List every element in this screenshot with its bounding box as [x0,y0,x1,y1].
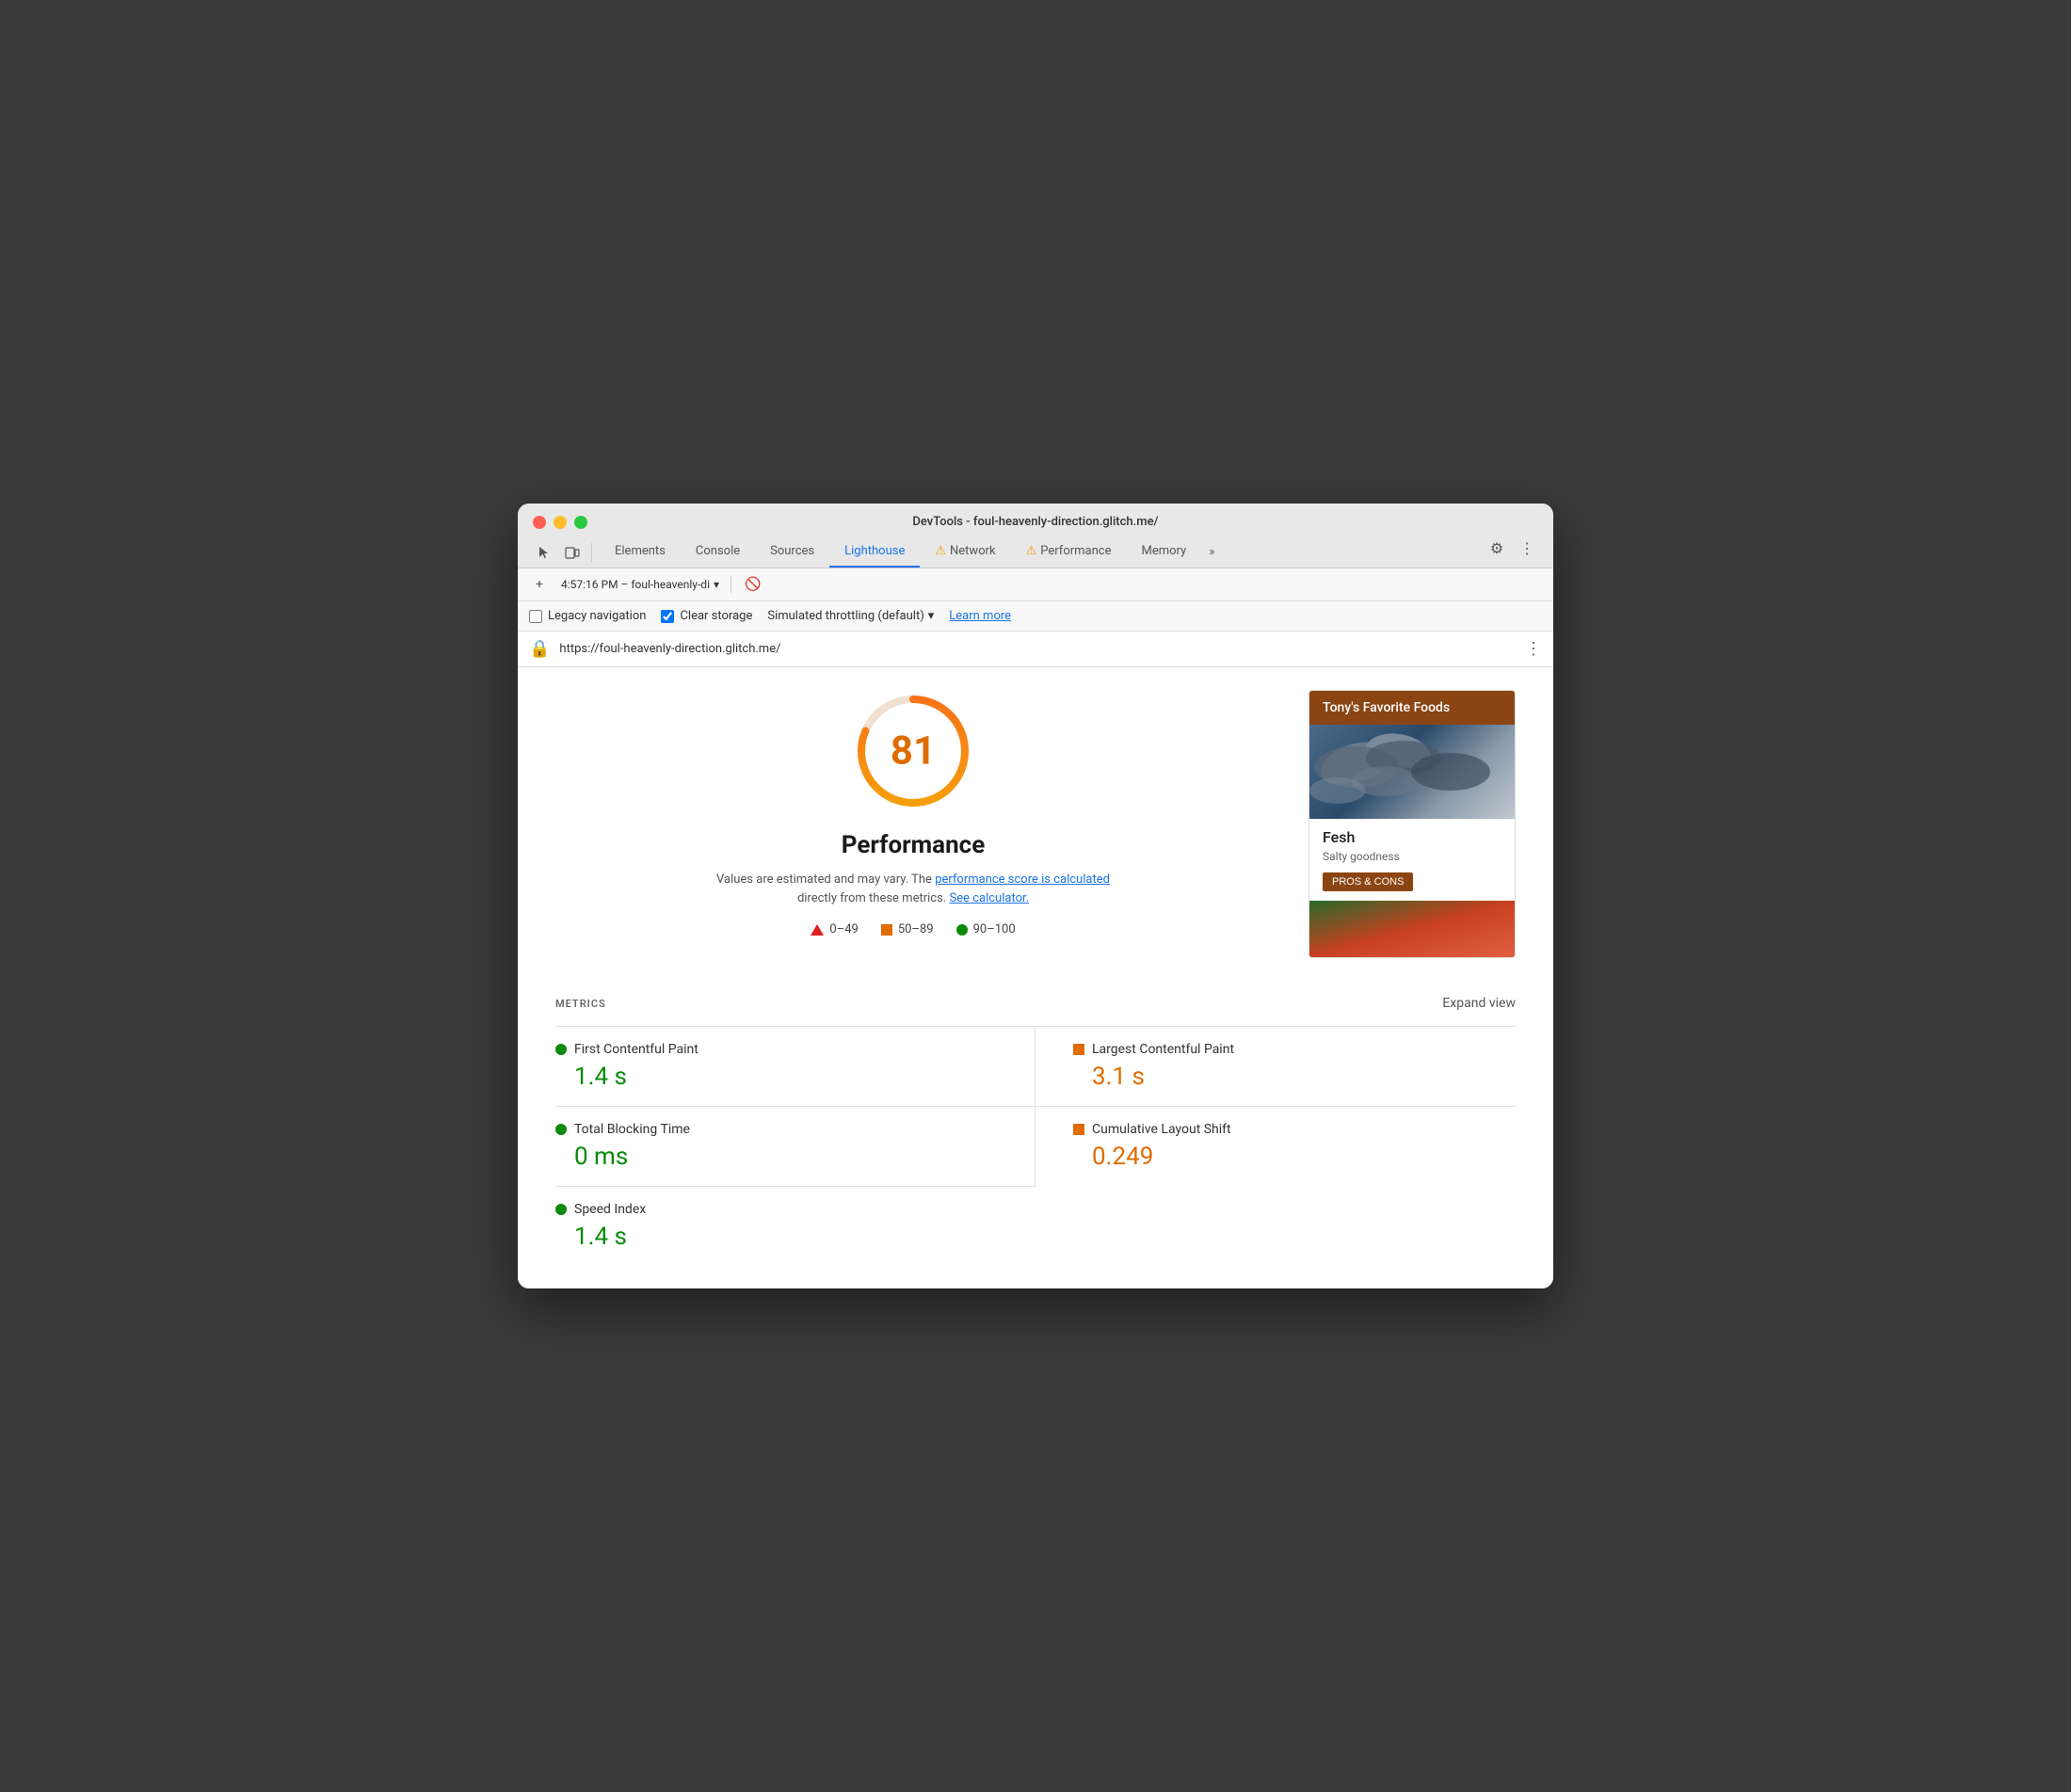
tab-more[interactable]: » [1201,537,1222,567]
metrics-section: METRICS Expand view First Contentful Pai… [555,996,1516,1266]
toolbar: + 4:57:16 PM – foul-heavenly-di ▾ 🚫 [518,568,1553,601]
score-title: Performance [555,831,1271,859]
window-title: DevTools - foul-heavenly-direction.glitc… [912,515,1158,529]
cls-label: Cumulative Layout Shift [1092,1122,1231,1137]
expand-view-button[interactable]: Expand view [1442,996,1516,1011]
score-legend: 0–49 50–89 90–100 [555,922,1271,936]
legend-pass: 90–100 [956,922,1016,936]
score-number: 81 [891,728,936,775]
cls-value: 0.249 [1073,1143,1516,1171]
tab-sources[interactable]: Sources [755,536,829,568]
device-toggle-icon[interactable] [561,541,584,564]
score-description: Values are estimated and may vary. The p… [715,871,1111,907]
legend-fail: 0–49 [811,922,858,936]
legend-average: 50–89 [881,922,934,936]
performance-warning-icon: ⚠ [1026,544,1037,558]
throttle-select[interactable]: Simulated throttling (default) ▾ [767,609,934,623]
tbt-label: Total Blocking Time [574,1122,690,1137]
devtools-window: DevTools - foul-heavenly-direction.glitc… [518,504,1553,1288]
cursor-icon[interactable] [533,541,555,564]
si-indicator [555,1204,567,1215]
si-label: Speed Index [574,1202,646,1217]
close-button[interactable] [533,516,546,529]
score-circle: 81 [852,690,974,812]
fcp-indicator [555,1044,567,1055]
metrics-grid: First Contentful Paint 1.4 s Largest Con… [555,1026,1516,1266]
tab-lighthouse[interactable]: Lighthouse [829,536,920,568]
lcp-label: Largest Contentful Paint [1092,1042,1234,1057]
preview-card: Tony's Favorite Foods Fesh Salty [1308,690,1516,958]
network-warning-icon: ⚠ [935,544,946,558]
fcp-value: 1.4 s [555,1063,997,1091]
legacy-navigation-checkbox[interactable] [529,610,542,623]
preview-header: Tony's Favorite Foods [1309,691,1515,725]
preview-image2 [1309,901,1515,957]
stop-icon[interactable]: 🚫 [743,574,763,595]
titlebar: DevTools - foul-heavenly-direction.glitc… [518,504,1553,568]
metric-si: Speed Index 1.4 s [555,1186,1036,1266]
tab-elements[interactable]: Elements [600,536,681,568]
minimize-button[interactable] [554,516,567,529]
tab-console[interactable]: Console [681,536,755,568]
tab-network[interactable]: ⚠ Network [920,536,1010,568]
metric-lcp: Largest Contentful Paint 3.1 s [1036,1026,1516,1106]
food-name: Fesh [1323,828,1501,846]
more-icon[interactable]: ⋮ [1516,537,1538,560]
session-dropdown-icon[interactable]: ▾ [714,578,719,591]
pros-cons-button[interactable]: PROS & CONS [1323,872,1413,891]
tab-memory[interactable]: Memory [1126,536,1201,568]
tab-icons: ⚙ ⋮ [1485,537,1538,568]
tab-performance[interactable]: ⚠ Performance [1011,536,1127,568]
score-section: 81 Performance Values are estimated and … [555,690,1516,958]
lcp-indicator [1073,1044,1084,1055]
devtools-actions [533,541,584,564]
preview-body: Fesh Salty goodness PROS & CONS [1309,819,1515,901]
legacy-navigation-option[interactable]: Legacy navigation [529,609,646,623]
options-row: Legacy navigation Clear storage Simulate… [518,601,1553,632]
url-text: https://foul-heavenly-direction.glitch.m… [559,642,1516,656]
metric-cls: Cumulative Layout Shift 0.249 [1036,1106,1516,1186]
tbt-value: 0 ms [555,1143,997,1171]
average-icon [881,924,892,936]
url-lock-icon: 🔒 [529,639,550,659]
metric-tbt: Total Blocking Time 0 ms [555,1106,1036,1186]
settings-icon[interactable]: ⚙ [1485,537,1508,560]
traffic-lights [533,516,587,529]
url-more-icon[interactable]: ⋮ [1525,639,1542,659]
clear-storage-option[interactable]: Clear storage [661,609,752,623]
metrics-header: METRICS Expand view [555,996,1516,1011]
pass-icon [956,924,968,936]
metrics-title: METRICS [555,998,606,1010]
tbt-indicator [555,1124,567,1135]
cls-indicator [1073,1124,1084,1135]
fcp-label: First Contentful Paint [574,1042,698,1057]
food-desc: Salty goodness [1323,850,1501,863]
devtools-tabs: Elements Console Sources Lighthouse ⚠ Ne… [533,536,1538,568]
add-icon[interactable]: + [529,574,550,595]
score-left: 81 Performance Values are estimated and … [555,690,1271,936]
clear-storage-checkbox[interactable] [661,610,674,623]
learn-more-link[interactable]: Learn more [949,609,1011,623]
session-label: 4:57:16 PM – foul-heavenly-di ▾ [561,578,719,591]
calculator-link[interactable]: See calculator. [949,891,1029,905]
maximize-button[interactable] [574,516,587,529]
preview-image [1309,725,1515,819]
fail-icon [811,924,824,936]
si-value: 1.4 s [555,1223,998,1251]
throttle-dropdown-icon: ▾ [928,609,935,623]
lcp-value: 3.1 s [1073,1063,1516,1091]
main-content: 81 Performance Values are estimated and … [518,667,1553,1288]
metric-fcp: First Contentful Paint 1.4 s [555,1026,1036,1106]
perf-score-link[interactable]: performance score is calculated [935,872,1110,887]
url-bar: 🔒 https://foul-heavenly-direction.glitch… [518,632,1553,667]
